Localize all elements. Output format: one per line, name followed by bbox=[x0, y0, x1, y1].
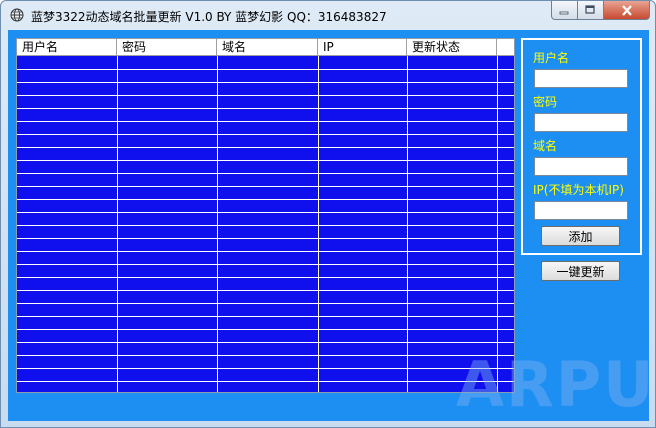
grid-row-line bbox=[17, 160, 514, 161]
username-label: 用户名 bbox=[533, 51, 570, 65]
grid-row-line bbox=[17, 251, 514, 252]
add-button[interactable]: 添加 bbox=[541, 226, 620, 246]
ip-label: IP(不填为本机IP) bbox=[533, 183, 624, 197]
watermark-logo: ARPUN bbox=[456, 348, 656, 421]
grid-row-line bbox=[17, 199, 514, 200]
grid-row-line bbox=[17, 69, 514, 70]
globe-icon bbox=[10, 8, 24, 22]
column-header-ip[interactable]: IP bbox=[318, 39, 407, 55]
grid-row-line bbox=[17, 329, 514, 330]
grid-row-line bbox=[17, 368, 514, 369]
column-header-username[interactable]: 用户名 bbox=[17, 39, 117, 55]
column-header-domain[interactable]: 域名 bbox=[217, 39, 318, 55]
username-input[interactable] bbox=[534, 69, 628, 88]
grid-row-line bbox=[17, 82, 514, 83]
grid-header: 用户名 密码 域名 IP 更新状态 bbox=[17, 39, 514, 56]
window-controls bbox=[551, 1, 650, 21]
grid-row-line bbox=[17, 316, 514, 317]
grid-row-line bbox=[17, 173, 514, 174]
maximize-button[interactable] bbox=[578, 1, 604, 20]
domain-input[interactable] bbox=[534, 157, 628, 176]
grid-row-line bbox=[17, 264, 514, 265]
column-header-status[interactable]: 更新状态 bbox=[407, 39, 497, 55]
minimize-icon bbox=[559, 11, 569, 14]
grid-row-line bbox=[17, 303, 514, 304]
grid-row-line bbox=[17, 108, 514, 109]
password-label: 密码 bbox=[533, 95, 558, 109]
update-all-button[interactable]: 一键更新 bbox=[541, 261, 620, 281]
title-bar[interactable]: 蓝梦3322动态域名批量更新 V1.0 BY 蓝梦幻影 QQ：316483827 bbox=[1, 1, 655, 29]
app-window: 蓝梦3322动态域名批量更新 V1.0 BY 蓝梦幻影 QQ：316483827… bbox=[0, 0, 656, 428]
minimize-button[interactable] bbox=[551, 1, 578, 20]
grid-row-line bbox=[17, 147, 514, 148]
close-button[interactable] bbox=[604, 1, 650, 20]
grid-row-line bbox=[17, 290, 514, 291]
domain-list-grid[interactable]: 用户名 密码 域名 IP 更新状态 bbox=[16, 38, 515, 393]
grid-row-line bbox=[17, 121, 514, 122]
column-header-password[interactable]: 密码 bbox=[117, 39, 217, 55]
client-area: 用户名 密码 域名 IP 更新状态 用户名 密码 域名 IP(不填为本机IP) … bbox=[8, 30, 655, 421]
maximize-icon bbox=[585, 5, 595, 14]
grid-row-line bbox=[17, 238, 514, 239]
grid-row-line bbox=[17, 95, 514, 96]
domain-label: 域名 bbox=[533, 139, 558, 153]
grid-row-line bbox=[17, 342, 514, 343]
grid-row-line bbox=[17, 277, 514, 278]
add-entry-panel: 用户名 密码 域名 IP(不填为本机IP) 添加 bbox=[521, 38, 642, 255]
password-input[interactable] bbox=[534, 113, 628, 132]
grid-row-line bbox=[17, 381, 514, 382]
ip-input[interactable] bbox=[534, 201, 628, 220]
close-icon bbox=[621, 4, 632, 16]
grid-row-line bbox=[17, 355, 514, 356]
grid-row-line bbox=[17, 212, 514, 213]
window-title: 蓝梦3322动态域名批量更新 V1.0 BY 蓝梦幻影 QQ：316483827 bbox=[31, 10, 387, 24]
grid-row-line bbox=[17, 186, 514, 187]
grid-row-line bbox=[17, 225, 514, 226]
grid-row-line bbox=[17, 134, 514, 135]
